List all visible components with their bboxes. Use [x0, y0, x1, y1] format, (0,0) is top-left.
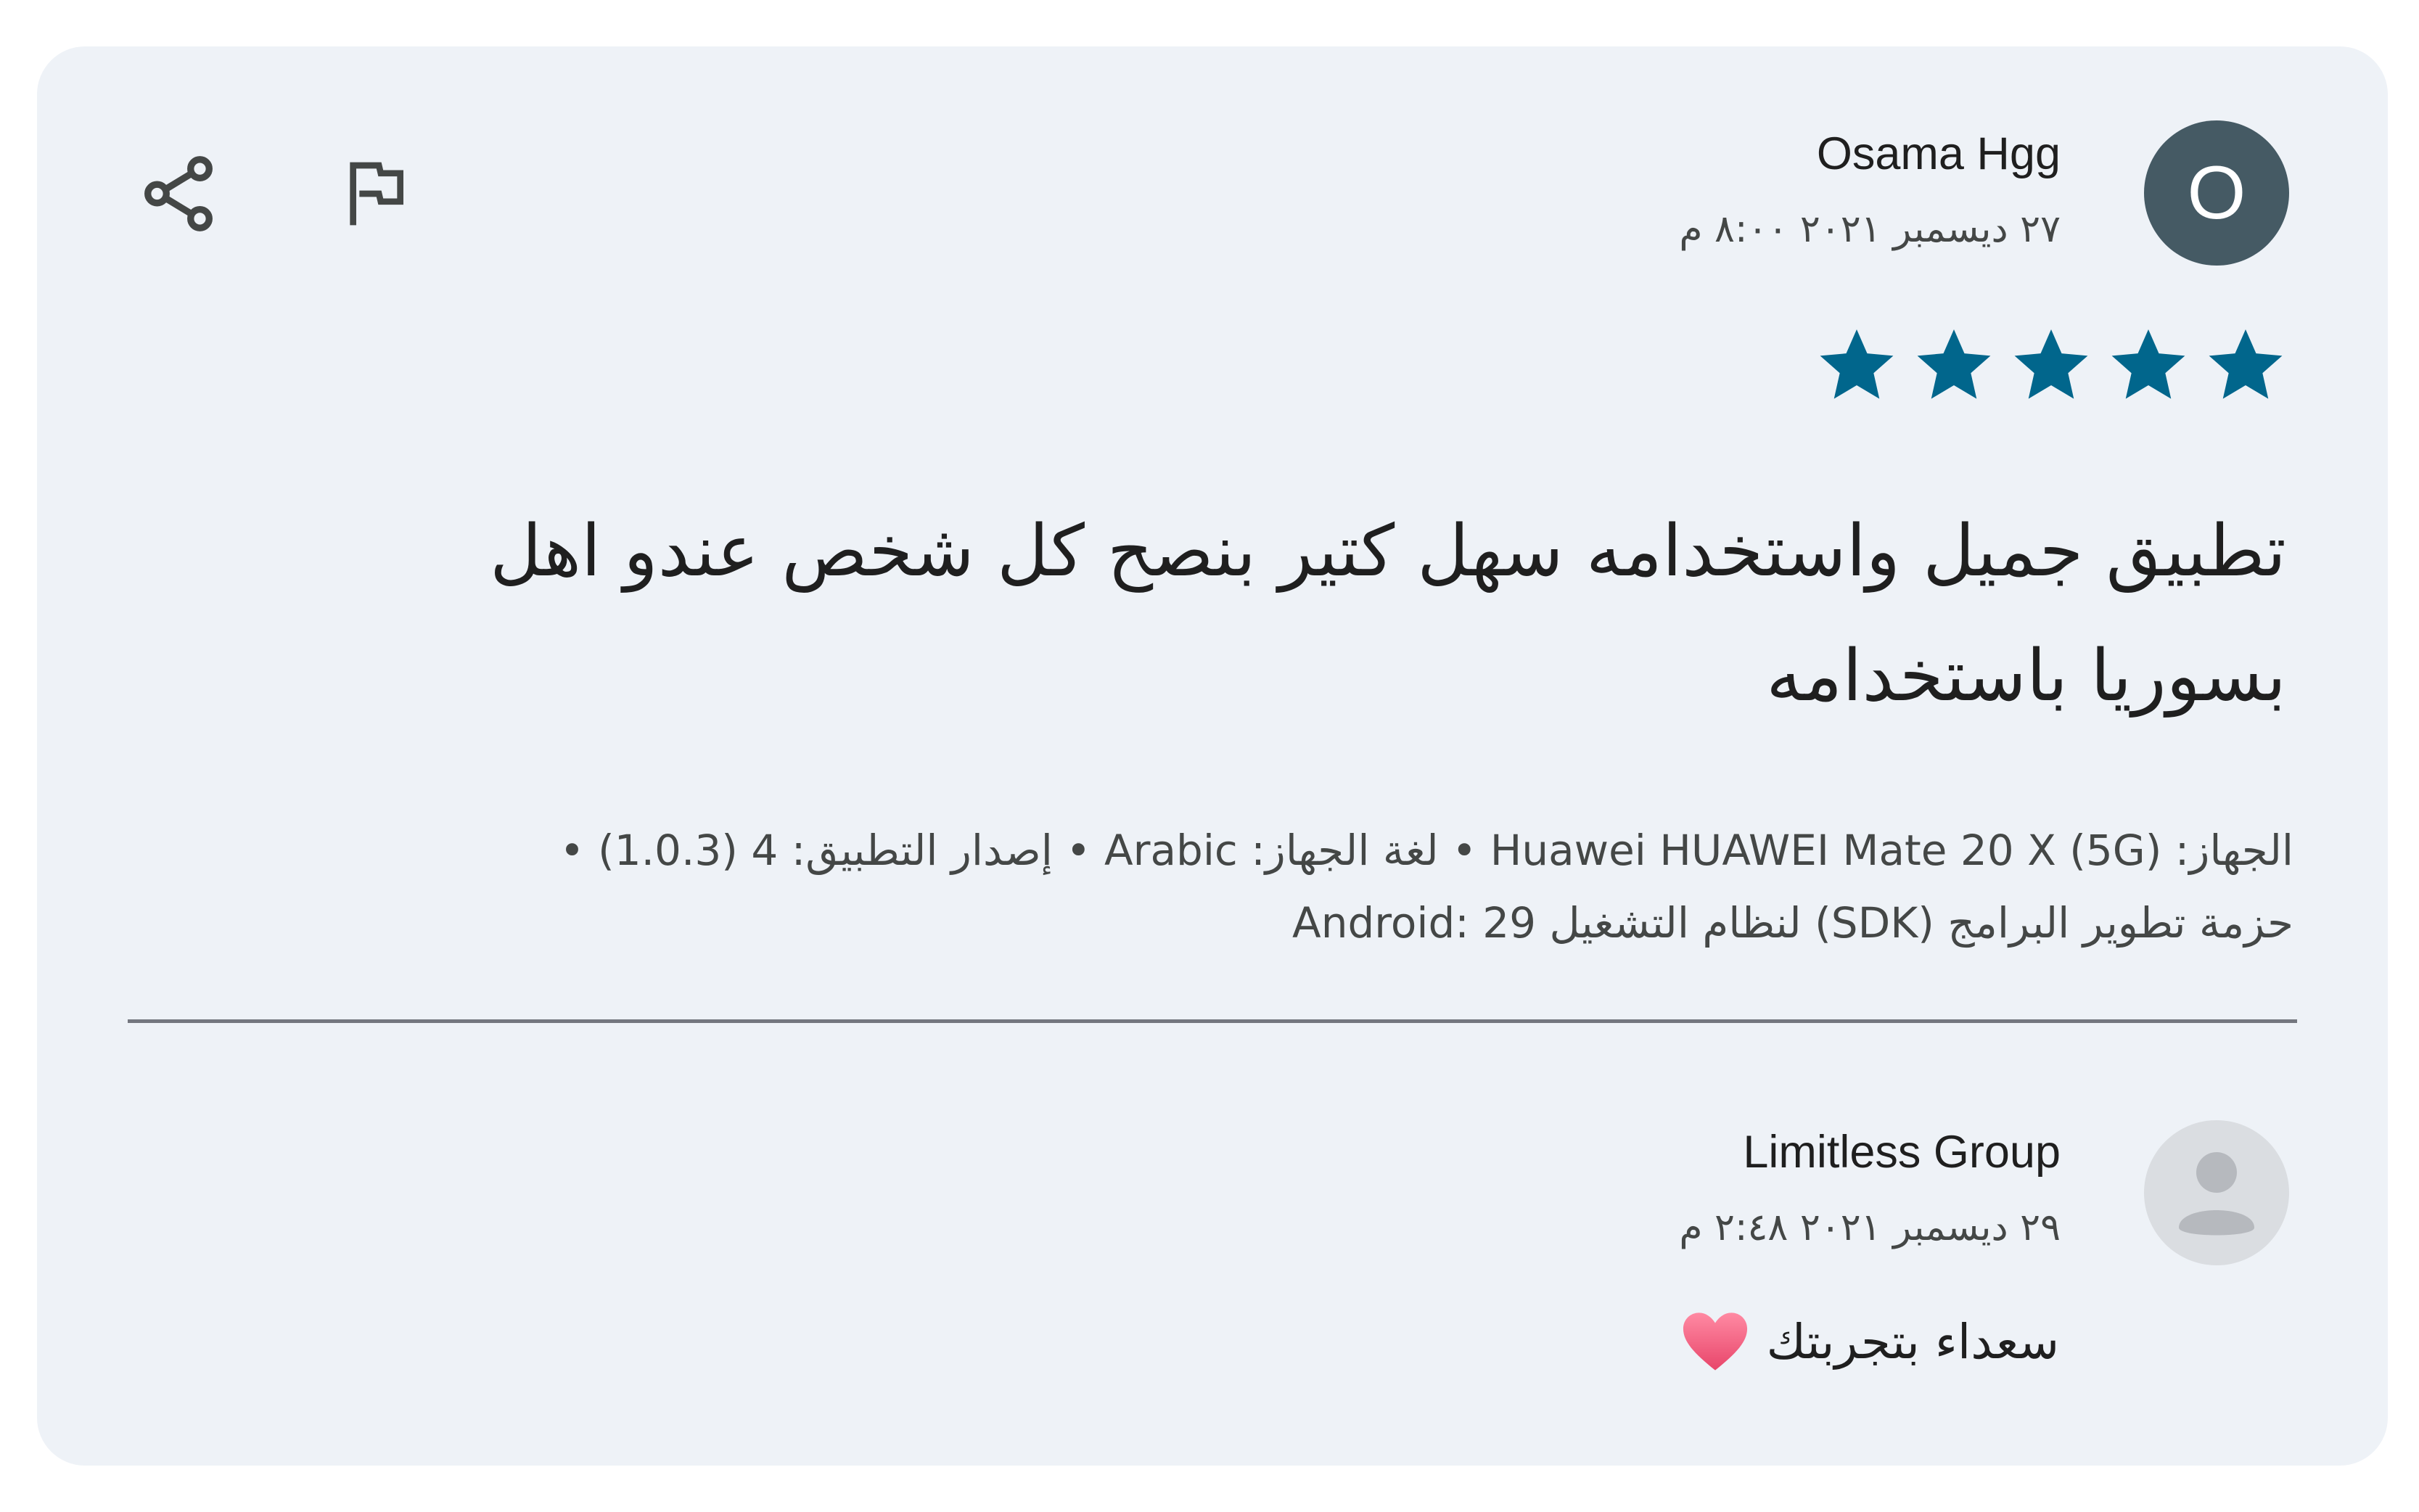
- star-icon: [1820, 329, 1894, 399]
- reply-avatar: [2144, 1120, 2289, 1265]
- review-text: تطبيق جميل واستخدامه سهل كتير بنصح كل شخ…: [490, 510, 2286, 718]
- divider: [128, 1019, 2297, 1023]
- reply-author-name: Limitless Group: [1743, 1127, 2061, 1178]
- author-name: Osama Hgg: [1816, 128, 2061, 179]
- person-icon: [2179, 1152, 2254, 1236]
- reply-text-row: سعداء بتجربتك: [1681, 1310, 2059, 1373]
- share-button[interactable]: [124, 139, 233, 248]
- flag-icon: [350, 162, 403, 226]
- review-date: ٢٧ ديسمبر ٢٠٢١ ٨:٠٠ م: [1679, 208, 2061, 251]
- reply-date: ٢٩ ديسمبر ٢٠٢١ ٢:٤٨ م: [1679, 1206, 2061, 1249]
- device-info-line-2: حزمة تطوير البرامج (SDK) لنظام التشغيل A…: [1292, 898, 2293, 948]
- author-avatar: O: [2144, 120, 2289, 266]
- device-info: الجهاز: Huawei HUAWEI Mate 20 X (5G) • ل…: [480, 814, 2293, 959]
- star-rating: [1816, 324, 2286, 406]
- share-icon: [144, 156, 213, 231]
- star-icon: [1917, 329, 1991, 399]
- report-button[interactable]: [321, 139, 430, 248]
- heart-icon: [1683, 1312, 1747, 1371]
- device-info-line-1: الجهاز: Huawei HUAWEI Mate 20 X (5G) • ل…: [559, 826, 2293, 875]
- review-card: O Osama Hgg ٢٧ ديسمبر ٢٠٢١ ٨:٠٠ م تطبيق …: [37, 46, 2388, 1466]
- star-icon: [2014, 329, 2088, 399]
- reply-text: سعداء بتجربتك: [1766, 1313, 2059, 1370]
- star-icon: [2209, 329, 2283, 399]
- star-icon: [2111, 329, 2185, 399]
